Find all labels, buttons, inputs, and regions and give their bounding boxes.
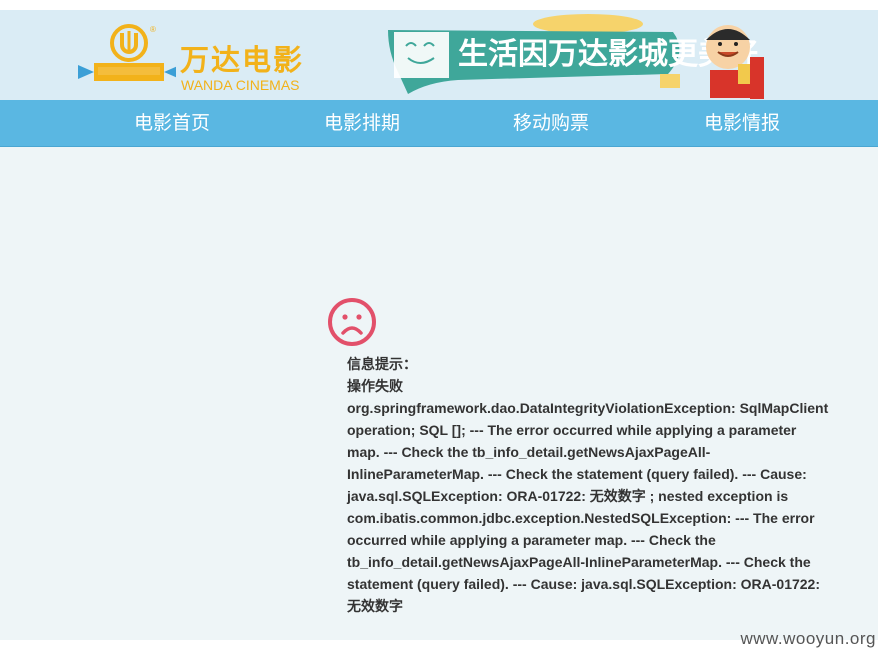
site-header: ® 万达电影 WANDA CINEMAS 生活因万达影城更美好	[0, 10, 878, 100]
svg-text:®: ®	[150, 25, 156, 34]
main-content: 信息提示： 操作失败 org.springframework.dao.DataI…	[0, 147, 878, 640]
nav-item-home[interactable]: 电影首页	[134, 100, 210, 146]
top-strip	[0, 0, 878, 10]
logo-english-text: WANDA CINEMAS	[181, 77, 300, 93]
message-title: 信息提示：	[347, 356, 417, 372]
main-nav: 电影首页 电影排期 移动购票 电影情报	[0, 100, 878, 147]
message-detail: org.springframework.dao.DataIntegrityVio…	[347, 400, 829, 614]
watermark: www.wooyun.org	[740, 629, 876, 648]
wanda-logo-mark-icon: ®	[78, 24, 176, 81]
slogan-banner: 生活因万达影城更美好	[388, 14, 764, 99]
nav-item-mobile-ticket[interactable]: 移动购票	[513, 100, 589, 146]
message-status: 操作失败	[347, 378, 403, 394]
nav-item-schedule[interactable]: 电影排期	[324, 100, 400, 146]
logo-chinese-text: 万达电影	[180, 43, 305, 77]
sad-face-icon	[328, 298, 376, 346]
nav-item-movie-news[interactable]: 电影情报	[704, 100, 780, 146]
wanda-logo[interactable]: ® 万达电影 WANDA CINEMAS	[76, 23, 321, 93]
error-message: 信息提示： 操作失败 org.springframework.dao.DataI…	[347, 353, 832, 617]
